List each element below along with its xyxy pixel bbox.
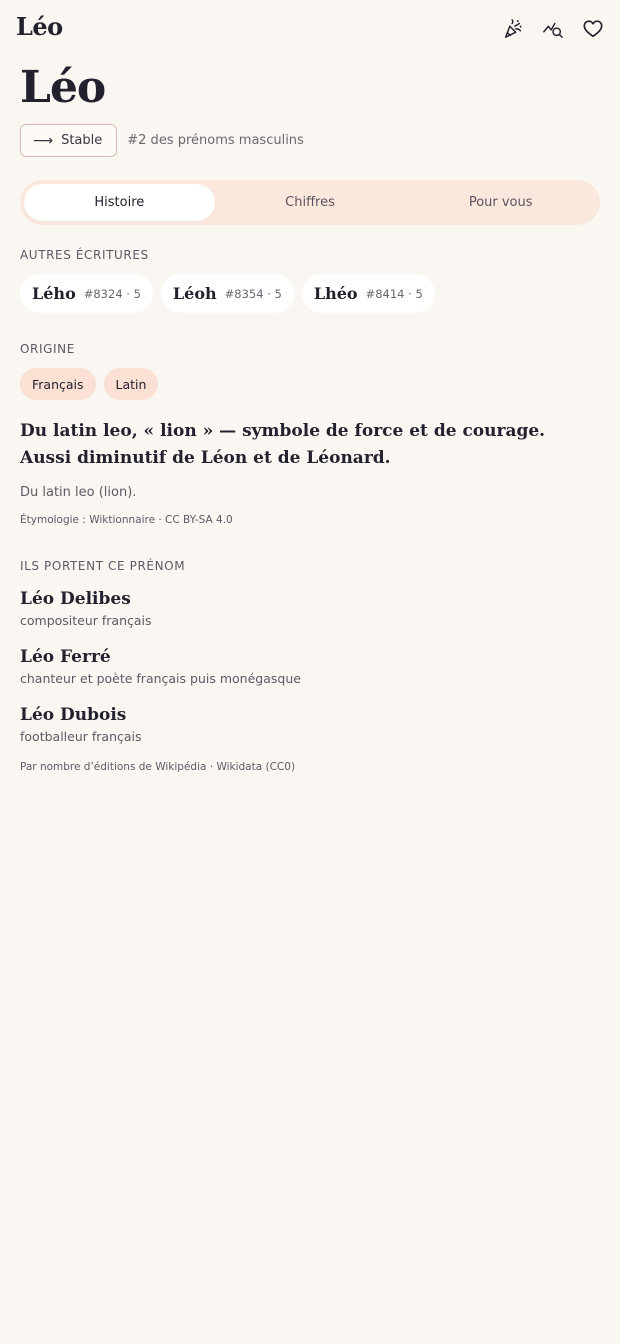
arrow-right-icon: ⟶: [33, 132, 54, 149]
section-title-variants: AUTRES ÉCRITURES: [20, 248, 149, 262]
trend-label: Stable: [61, 133, 103, 148]
app-logo[interactable]: Léo: [16, 12, 63, 41]
variant-chip[interactable]: Lhéo #8414 · 5: [301, 274, 435, 313]
etymology-short: Du latin leo (lion).: [20, 485, 137, 500]
person-name: Léo Dubois: [20, 705, 127, 725]
person-description: footballeur français: [20, 729, 142, 744]
variant-name: Lého: [32, 284, 76, 303]
top-bar: Léo: [16, 12, 606, 44]
variant-meta: #8324 · 5: [83, 286, 141, 301]
origin-chips: Français Latin: [20, 368, 159, 400]
trend-badge: ⟶ Stable: [20, 124, 118, 157]
variant-meta: #8354 · 5: [224, 286, 282, 301]
variant-chip[interactable]: Lého #8324 · 5: [20, 274, 153, 313]
header-actions: [500, 16, 606, 42]
tab-bar: Histoire Chiffres Pour vous: [20, 180, 600, 225]
person-description: compositeur français: [20, 613, 152, 628]
section-title-people: ILS PORTENT CE PRÉNOM: [20, 559, 186, 573]
variants-list: Lého #8324 · 5 Léoh #8354 · 5 Lhéo #8414…: [20, 274, 435, 313]
tab-histoire[interactable]: Histoire: [24, 184, 215, 221]
page-title: Léo: [20, 62, 106, 113]
trend-row: ⟶ Stable #2 des prénoms masculins: [20, 124, 304, 157]
person-item[interactable]: Léo Ferré chanteur et poète français pui…: [20, 647, 301, 686]
section-title-origin: ORIGINE: [20, 342, 75, 356]
variant-name: Léoh: [172, 284, 217, 303]
person-item[interactable]: Léo Dubois footballeur français: [20, 705, 142, 744]
variant-meta: #8414 · 5: [365, 286, 423, 301]
origin-chip-francais[interactable]: Français: [20, 368, 96, 400]
rank-text: #2 des prénoms masculins: [127, 133, 304, 148]
person-item[interactable]: Léo Delibes compositeur français: [20, 589, 152, 628]
tab-pour-vous[interactable]: Pour vous: [405, 184, 596, 221]
etymology-text: Du latin leo, « lion » — symbole de forc…: [20, 421, 546, 468]
people-source: Par nombre d’éditions de Wikipédia · Wik…: [20, 761, 296, 773]
person-description: chanteur et poète français puis monégasq…: [20, 671, 301, 686]
tab-chiffres[interactable]: Chiffres: [215, 184, 406, 221]
person-name: Léo Delibes: [20, 589, 131, 609]
origin-chip-latin[interactable]: Latin: [103, 368, 159, 400]
etymology-source: Étymologie : Wiktionnaire · CC BY-SA 4.0: [20, 514, 233, 526]
variant-name: Lhéo: [313, 284, 358, 303]
chart-search-icon[interactable]: [540, 16, 566, 42]
person-name: Léo Ferré: [20, 647, 111, 667]
heart-icon[interactable]: [580, 16, 606, 42]
party-popper-icon[interactable]: [500, 16, 526, 42]
variant-chip[interactable]: Léoh #8354 · 5: [160, 274, 294, 313]
